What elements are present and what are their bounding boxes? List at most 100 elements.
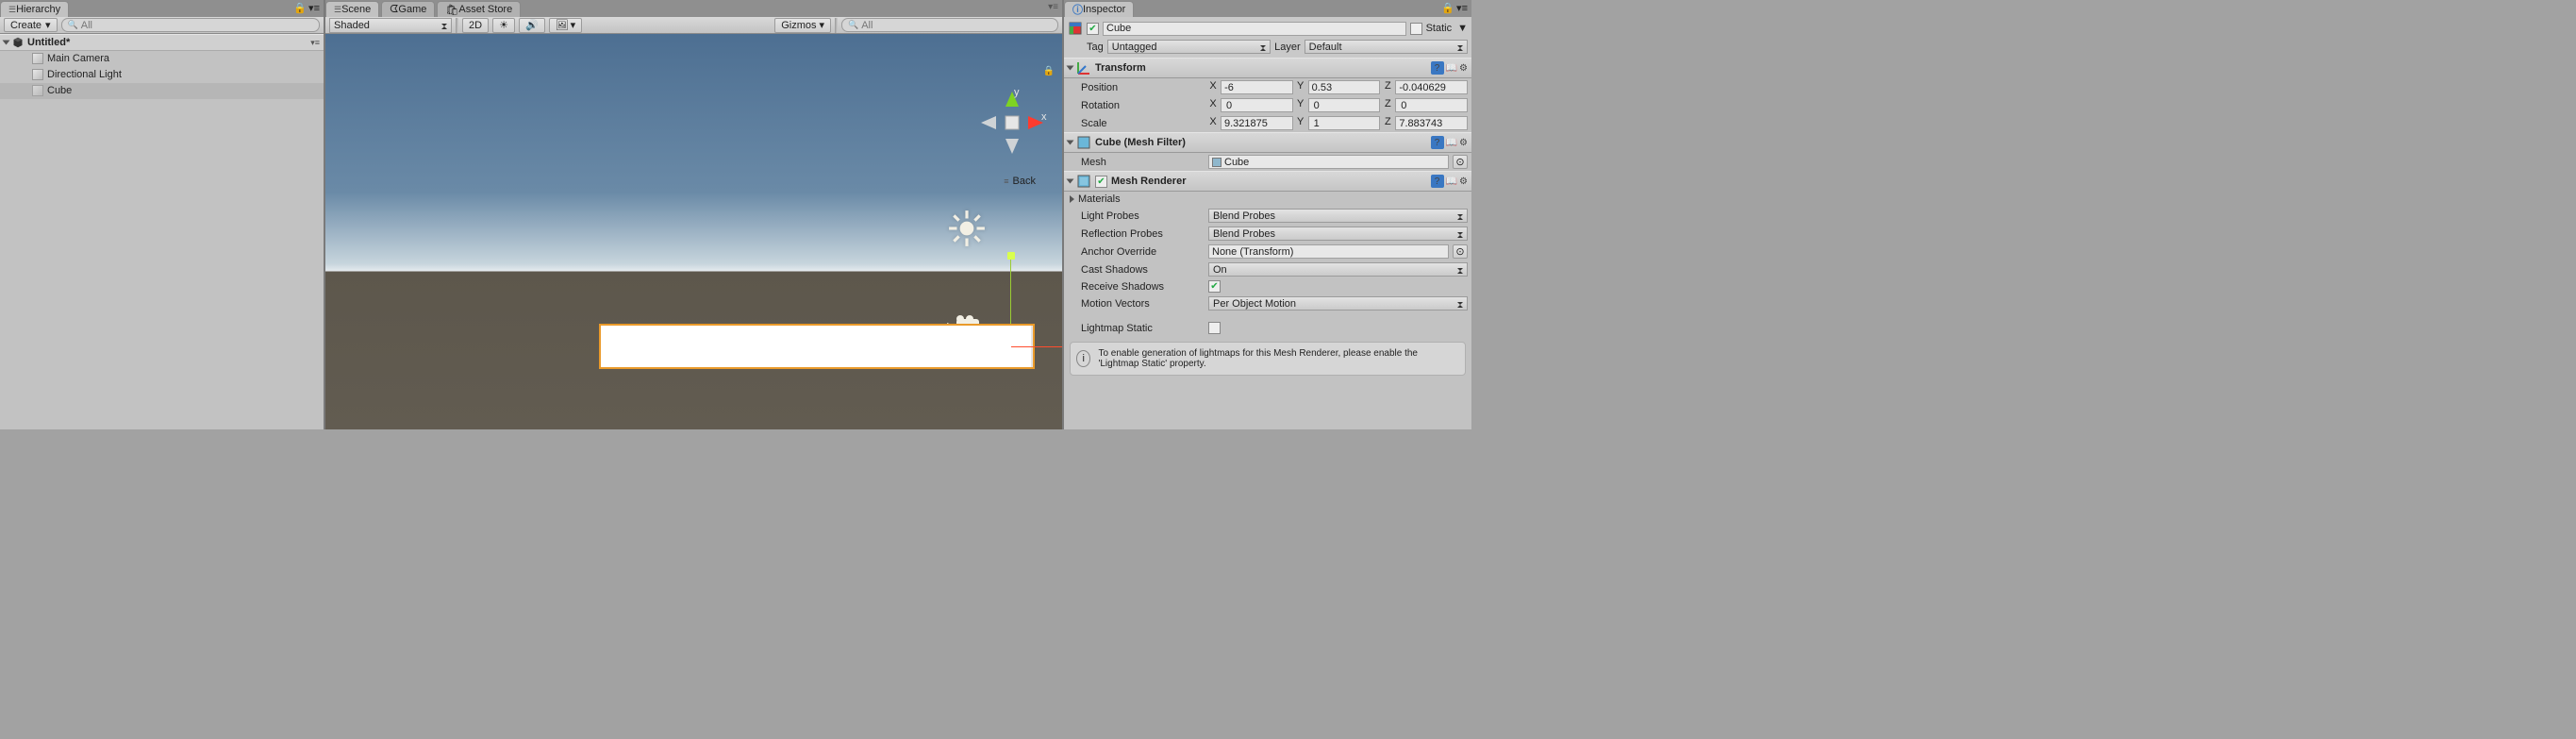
- object-picker-button[interactable]: ⊙: [1453, 244, 1468, 259]
- transform-title: Transform: [1095, 62, 1146, 74]
- gear-icon[interactable]: ⚙: [1459, 63, 1468, 74]
- lightmap-info-box: i To enable generation of lightmaps for …: [1070, 342, 1466, 376]
- object-name-input[interactable]: Cube: [1103, 22, 1406, 36]
- fx-toggle[interactable]: 🖼▾: [549, 18, 583, 33]
- reflectionprobes-dropdown[interactable]: Blend Probes: [1208, 227, 1468, 241]
- gameobject-icon: [32, 53, 43, 64]
- lighting-toggle[interactable]: ☀: [492, 18, 515, 33]
- tab-game[interactable]: ᗧGame: [381, 1, 435, 17]
- info-icon: i: [1076, 350, 1090, 367]
- position-x-input[interactable]: -6: [1221, 80, 1293, 94]
- tag-dropdown[interactable]: Untagged: [1107, 40, 1271, 54]
- scene-menu-icon[interactable]: ▾≡: [310, 38, 320, 48]
- transform-icon: [1076, 60, 1091, 76]
- cube-object[interactable]: [599, 324, 1035, 369]
- motionvectors-dropdown[interactable]: Per Object Motion: [1208, 296, 1468, 311]
- hierarchy-item-label: Main Camera: [47, 53, 109, 64]
- help-icon[interactable]: ?: [1431, 175, 1444, 188]
- foldout-icon[interactable]: [1067, 66, 1074, 71]
- castshadows-dropdown[interactable]: On: [1208, 262, 1468, 277]
- lock-icon: 🔒: [293, 2, 307, 14]
- lightprobes-dropdown[interactable]: Blend Probes: [1208, 209, 1468, 223]
- unity-logo-icon: [12, 37, 24, 48]
- scene-search-input[interactable]: All: [841, 18, 1058, 32]
- mesh-field[interactable]: Cube: [1208, 155, 1449, 169]
- panel-menu[interactable]: 🔒▾≡: [293, 2, 320, 14]
- create-button[interactable]: Create▾: [4, 18, 58, 32]
- castshadows-label: Cast Shadows: [1068, 264, 1205, 276]
- meshfilter-header[interactable]: Cube (Mesh Filter) ?📖⚙: [1064, 132, 1471, 153]
- object-picker-button[interactable]: ⊙: [1453, 155, 1468, 169]
- receiveshadows-checkbox[interactable]: [1208, 280, 1221, 293]
- audio-toggle[interactable]: 🔊: [519, 18, 545, 33]
- hierarchy-item-directional-light[interactable]: Directional Light: [0, 67, 324, 83]
- panel-menu[interactable]: 🔒▾≡: [1441, 2, 1468, 14]
- anchor-field[interactable]: None (Transform): [1208, 244, 1449, 259]
- gear-icon[interactable]: ⚙: [1459, 176, 1468, 187]
- rotation-z-input[interactable]: 0: [1395, 98, 1468, 112]
- foldout-icon[interactable]: [1067, 179, 1074, 184]
- position-y-input[interactable]: 0.53: [1308, 80, 1381, 94]
- gameobject-icon: [1068, 21, 1083, 36]
- meshrenderer-enable-checkbox[interactable]: [1095, 176, 1107, 188]
- rotation-x-input[interactable]: 0: [1221, 98, 1293, 112]
- transform-header[interactable]: Transform ?📖⚙: [1064, 58, 1471, 78]
- separator: [835, 18, 838, 33]
- hierarchy-item-cube[interactable]: Cube: [0, 83, 324, 99]
- reference-icon[interactable]: 📖: [1446, 63, 1457, 74]
- viewport-lock-icon[interactable]: 🔒: [1043, 66, 1055, 76]
- gear-icon[interactable]: ⚙: [1459, 138, 1468, 148]
- hierarchy-tab[interactable]: ☰ Hierarchy: [0, 1, 69, 17]
- help-icon[interactable]: ?: [1431, 61, 1444, 75]
- reference-icon[interactable]: 📖: [1446, 176, 1457, 187]
- lock-icon: 🔒: [1441, 2, 1454, 14]
- scene-viewport[interactable]: 🔒 y x ≡Back: [325, 34, 1062, 429]
- rotation-y-input[interactable]: 0: [1308, 98, 1381, 112]
- tab-scene[interactable]: ☰Scene: [325, 1, 379, 17]
- light-gizmo[interactable]: [947, 209, 987, 248]
- lightprobes-label: Light Probes: [1068, 210, 1205, 222]
- static-label: Static: [1426, 23, 1453, 34]
- pivot-handle[interactable]: [1007, 252, 1015, 260]
- panel-menu[interactable]: ▾≡: [1048, 2, 1058, 12]
- scale-y-input[interactable]: 1: [1308, 116, 1381, 130]
- foldout-icon[interactable]: [1067, 141, 1074, 145]
- layer-dropdown[interactable]: Default: [1305, 40, 1468, 54]
- hierarchy-item-label: Directional Light: [47, 69, 122, 80]
- position-z-input[interactable]: -0.040629: [1395, 80, 1468, 94]
- scale-x-input[interactable]: 9.321875: [1221, 116, 1293, 130]
- active-checkbox[interactable]: [1087, 23, 1099, 35]
- back-button[interactable]: ≡Back: [1004, 176, 1036, 187]
- orientation-gizmo[interactable]: y x: [973, 86, 1049, 161]
- hierarchy-search-input[interactable]: All: [61, 18, 320, 32]
- static-checkbox[interactable]: [1410, 23, 1422, 35]
- image-icon: 🖼: [556, 19, 569, 31]
- info-icon: ⓘ: [1072, 2, 1083, 17]
- scene-icon: ☰: [334, 5, 341, 15]
- motionvectors-label: Motion Vectors: [1068, 298, 1205, 310]
- gizmos-dropdown[interactable]: Gizmos▾: [774, 18, 831, 33]
- shading-mode-dropdown[interactable]: Shaded: [329, 18, 452, 33]
- scene-row[interactable]: Untitled* ▾≡: [0, 34, 324, 51]
- gameobject-icon: [32, 69, 43, 80]
- scene-panel: ☰Scene ᗧGame 🛍Asset Store ▾≡ Shaded 2D ☀…: [325, 0, 1064, 429]
- reference-icon[interactable]: 📖: [1446, 138, 1457, 148]
- inspector-tab[interactable]: ⓘInspector: [1064, 1, 1134, 17]
- button-2d[interactable]: 2D: [462, 18, 489, 33]
- lightmapstatic-checkbox[interactable]: [1208, 322, 1221, 334]
- inspector-panel: ⓘInspector 🔒▾≡ Cube Static▼ Tag Untagged…: [1064, 0, 1471, 429]
- meshrenderer-header[interactable]: Mesh Renderer ?📖⚙: [1064, 171, 1471, 192]
- scale-z-input[interactable]: 7.883743: [1395, 116, 1468, 130]
- foldout-icon[interactable]: [1070, 195, 1074, 203]
- hierarchy-item-main-camera[interactable]: Main Camera: [0, 51, 324, 67]
- help-icon[interactable]: ?: [1431, 136, 1444, 149]
- separator: [456, 18, 458, 33]
- rotation-label: Rotation: [1068, 100, 1205, 111]
- scale-label: Scale: [1068, 118, 1205, 129]
- foldout-icon[interactable]: [3, 41, 10, 45]
- svg-text:x: x: [1041, 111, 1047, 123]
- tab-asset-store[interactable]: 🛍Asset Store: [437, 1, 521, 17]
- lightmapstatic-label: Lightmap Static: [1068, 323, 1205, 334]
- info-text: To enable generation of lightmaps for th…: [1098, 348, 1459, 369]
- cart-icon: 🛍: [445, 4, 458, 16]
